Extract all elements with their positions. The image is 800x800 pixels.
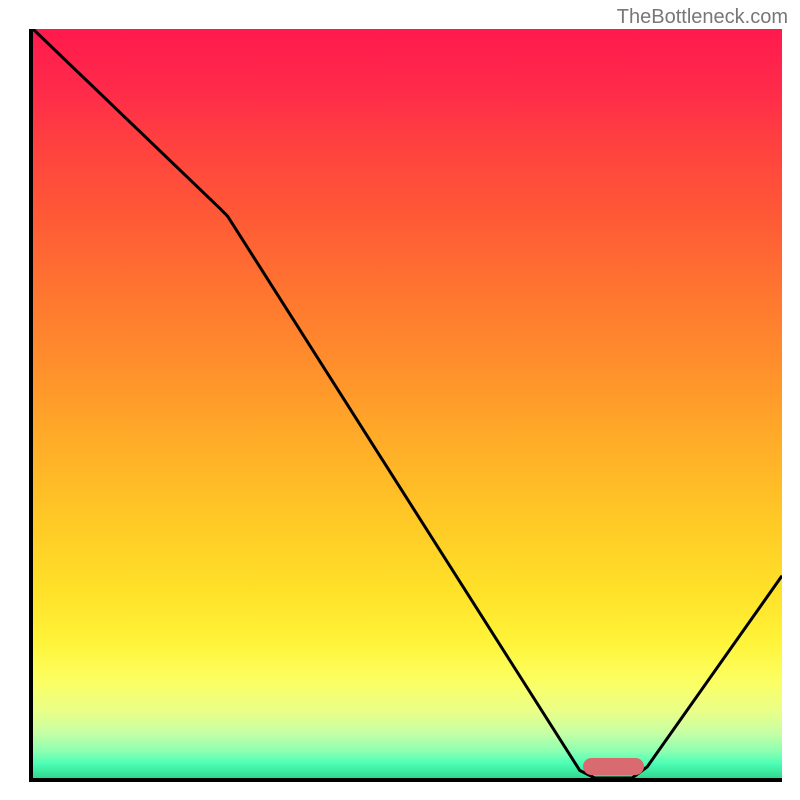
optimal-range-marker <box>583 758 643 775</box>
watermark-text: TheBottleneck.com <box>617 6 788 29</box>
chart-plot-area <box>29 29 782 782</box>
chart-curve-svg <box>33 29 782 778</box>
chart-curve-line <box>33 29 782 778</box>
